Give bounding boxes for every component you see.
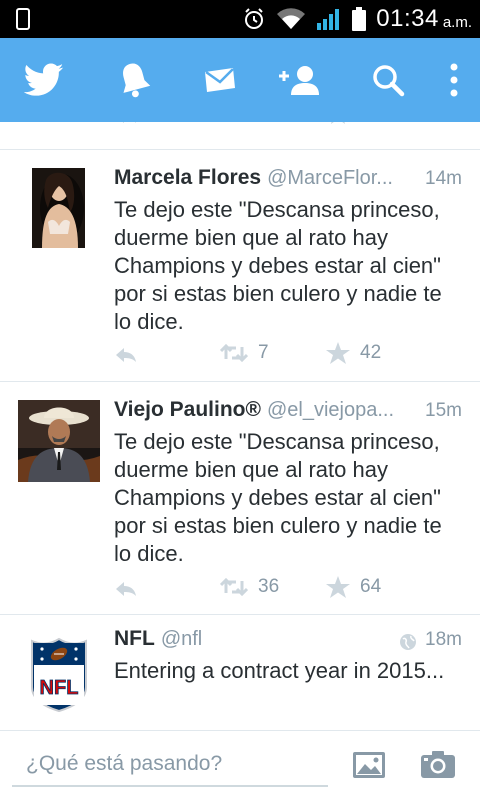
add-user-icon[interactable] [276,58,324,102]
twitter-bird-icon[interactable] [22,58,66,102]
reply-icon[interactable] [114,122,138,124]
author-name[interactable]: Viejo Paulino® [114,398,261,422]
previous-tweet-actions: 2 4 [0,122,480,132]
reply-icon[interactable] [114,580,138,598]
avatar[interactable] [18,400,100,482]
tweet-body: NFL @nfl 18m Entering a contract year in… [114,627,462,685]
alarm-icon [245,8,264,29]
tweet-body: Viejo Paulino® @el_viejopa... 15m Te dej… [114,398,462,568]
author-name[interactable]: Marcela Flores [114,166,261,190]
tweet-item[interactable]: NFL NFL @nfl 18m Entering a contract yea… [0,615,480,730]
phone-icon [16,8,30,30]
author-handle[interactable]: @el_viejopa... [267,399,417,422]
retweet-action[interactable]: 7 [220,342,269,364]
compose-field[interactable] [12,745,328,787]
tweet-actions: 36 64 [114,576,444,602]
avatar[interactable]: NFL [26,637,92,713]
previous-retweet-count: 2 [258,122,269,124]
battery-icon [352,7,367,31]
action-bar [0,38,480,122]
retweet-icon [220,343,248,363]
inbox-icon[interactable] [436,122,462,124]
retweet-icon[interactable] [220,122,248,124]
tweet-item[interactable]: Marcela Flores @MarceFlor... 14m Te dejo… [0,150,480,382]
favorite-count: 42 [360,342,382,363]
compose-input[interactable] [12,745,328,783]
wifi-icon [277,8,306,30]
tweet-time: 15m [425,400,462,421]
tweet-item[interactable]: Viejo Paulino® @el_viejopa... 15m Te dej… [0,382,480,614]
author-handle[interactable]: @nfl [161,628,393,651]
previous-favorite-count: 4 [360,122,371,124]
tweet-time: 14m [425,168,462,189]
tweet-text: Entering a contract year in 2015... [114,658,445,683]
timeline[interactable]: 2 4 Marcela Flores @MarceFlor... 14 [0,122,480,730]
search-icon[interactable] [366,58,410,102]
tweet-header: NFL @nfl 18m [114,627,462,657]
gallery-icon[interactable] [352,751,386,779]
tweet-actions: 7 42 [114,342,444,368]
camera-icon[interactable] [420,749,456,779]
favorite-star-icon [326,576,350,598]
author-name[interactable]: NFL [114,627,155,651]
status-right: 01:34 a.m. [242,0,472,38]
notifications-bell-icon[interactable] [112,58,156,102]
retweet-count: 36 [258,576,280,597]
favorite-star-icon [326,342,350,364]
globe-icon [400,634,417,650]
retweet-count: 7 [258,342,269,363]
reply-icon[interactable] [114,346,138,364]
clock-time: 01:34 [376,5,439,32]
compose-bar [0,730,480,800]
tweet-text: Te dejo este "Descansa princeso, duerme … [114,197,442,334]
tweet-time: 18m [425,629,462,650]
favorite-count: 64 [360,576,382,597]
tweet-body: Marcela Flores @MarceFlor... 14m Te dejo… [114,166,462,336]
avatar[interactable] [32,168,85,248]
status-bar: 01:34 a.m. [0,0,480,38]
tweet-header: Marcela Flores @MarceFlor... 14m [114,166,462,196]
retweet-icon [220,577,248,597]
favorite-action[interactable]: 42 [326,342,381,364]
tweet-text: Te dejo este "Descansa princeso, duerme … [114,429,442,566]
favorite-star-icon[interactable] [326,122,350,124]
retweet-action[interactable]: 36 [220,576,279,598]
author-handle[interactable]: @MarceFlor... [267,167,417,190]
favorite-action[interactable]: 64 [326,576,381,598]
signal-icon [317,9,340,30]
tweet-header: Viejo Paulino® @el_viejopa... 15m [114,398,462,428]
messages-envelope-icon[interactable] [198,58,242,102]
nfl-logo-text: NFL [40,677,79,699]
overflow-menu-icon[interactable] [440,58,468,102]
clock-ampm: a.m. [442,13,472,31]
